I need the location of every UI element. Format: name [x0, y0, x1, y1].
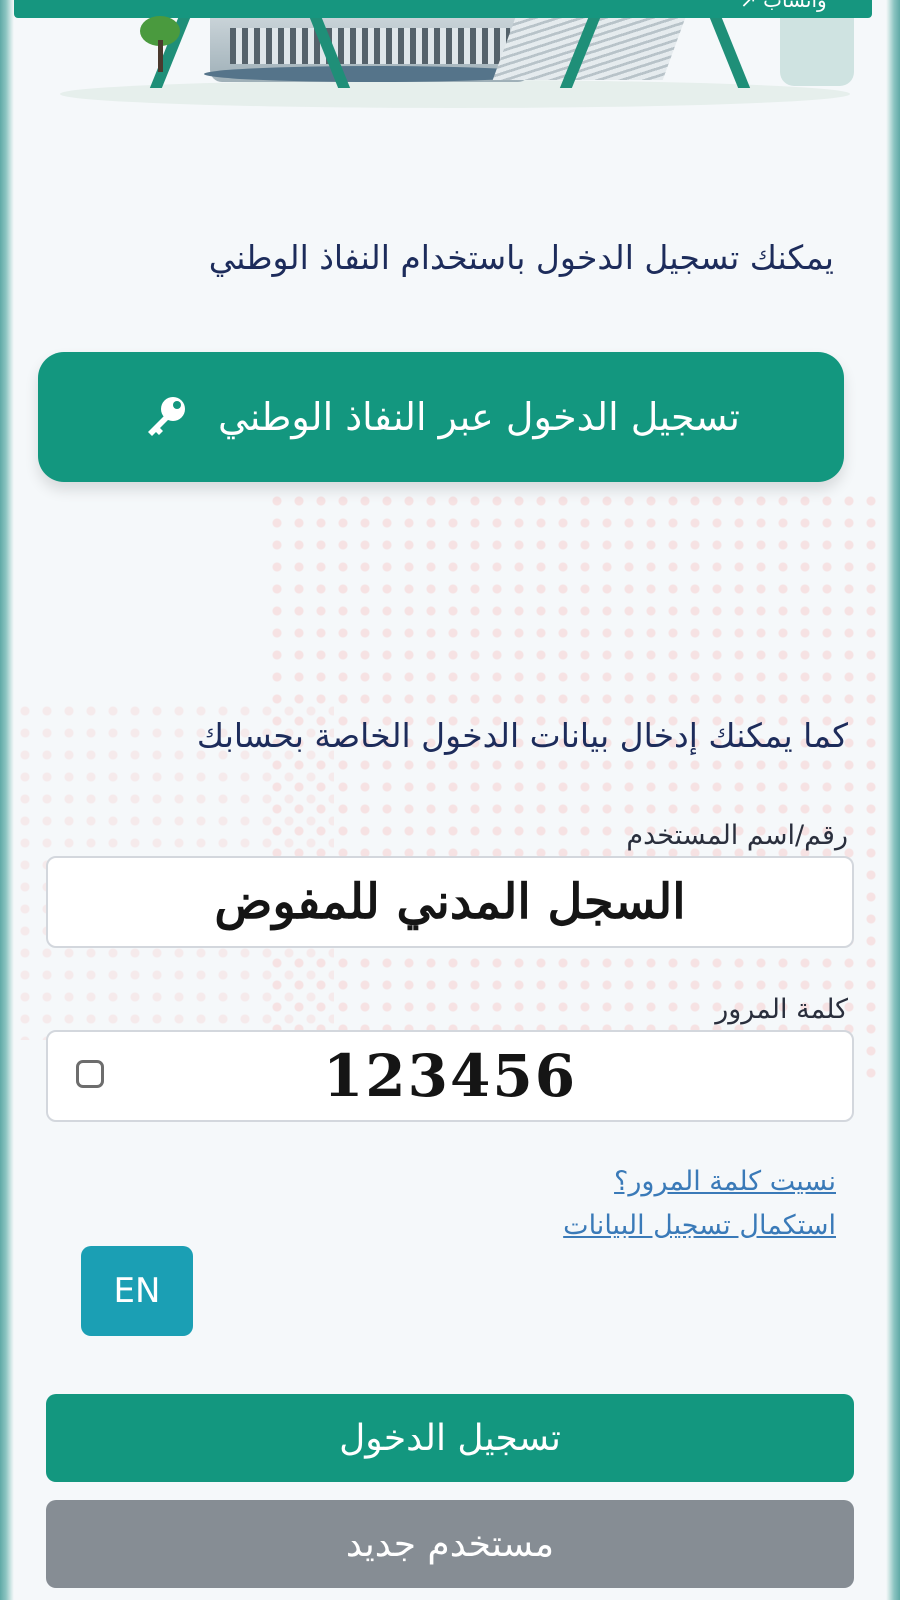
username-value: السجل المدني للمفوض — [214, 874, 686, 930]
top-bar: واتساب ↗ — [14, 0, 872, 18]
nafath-login-button[interactable]: تسجيل الدخول عبر النفاذ الوطني — [38, 352, 844, 482]
new-user-button[interactable]: مستخدم جديد — [46, 1500, 854, 1588]
illustration-tree-trunk — [158, 40, 163, 72]
top-bar-text[interactable]: واتساب ↗ — [740, 0, 827, 12]
intro-text: يمكنك تسجيل الدخول باستخدام النفاذ الوطن… — [208, 238, 834, 277]
login-button[interactable]: تسجيل الدخول — [46, 1394, 854, 1482]
password-value: 123456 — [322, 1042, 578, 1110]
complete-registration-link[interactable]: استكمال تسجيل البيانات — [563, 1210, 836, 1241]
forgot-password-link[interactable]: نسيت كلمة المرور؟ — [614, 1166, 836, 1197]
key-icon — [148, 397, 186, 436]
illustration-leg — [709, 18, 751, 88]
show-password-checkbox[interactable] — [76, 1060, 104, 1088]
password-label: كلمة المرور — [715, 994, 848, 1025]
username-label: رقم/اسم المستخدم — [626, 820, 848, 851]
illustration-plant-pot — [780, 18, 854, 86]
password-field[interactable]: 123456 — [46, 1030, 854, 1122]
nafath-login-label: تسجيل الدخول عبر النفاذ الوطني — [218, 395, 740, 439]
login-page: واتساب ↗ يمكنك تسجيل الدخول باستخدام الن… — [14, 0, 886, 1600]
illustration-ground — [60, 80, 850, 108]
secondary-intro-text: كما يمكنك إدخال بيانات الدخول الخاصة بحس… — [196, 716, 848, 755]
header-illustration: واتساب ↗ — [14, 0, 886, 112]
username-field[interactable]: السجل المدني للمفوض — [46, 856, 854, 948]
language-toggle-button[interactable]: EN — [81, 1246, 193, 1336]
